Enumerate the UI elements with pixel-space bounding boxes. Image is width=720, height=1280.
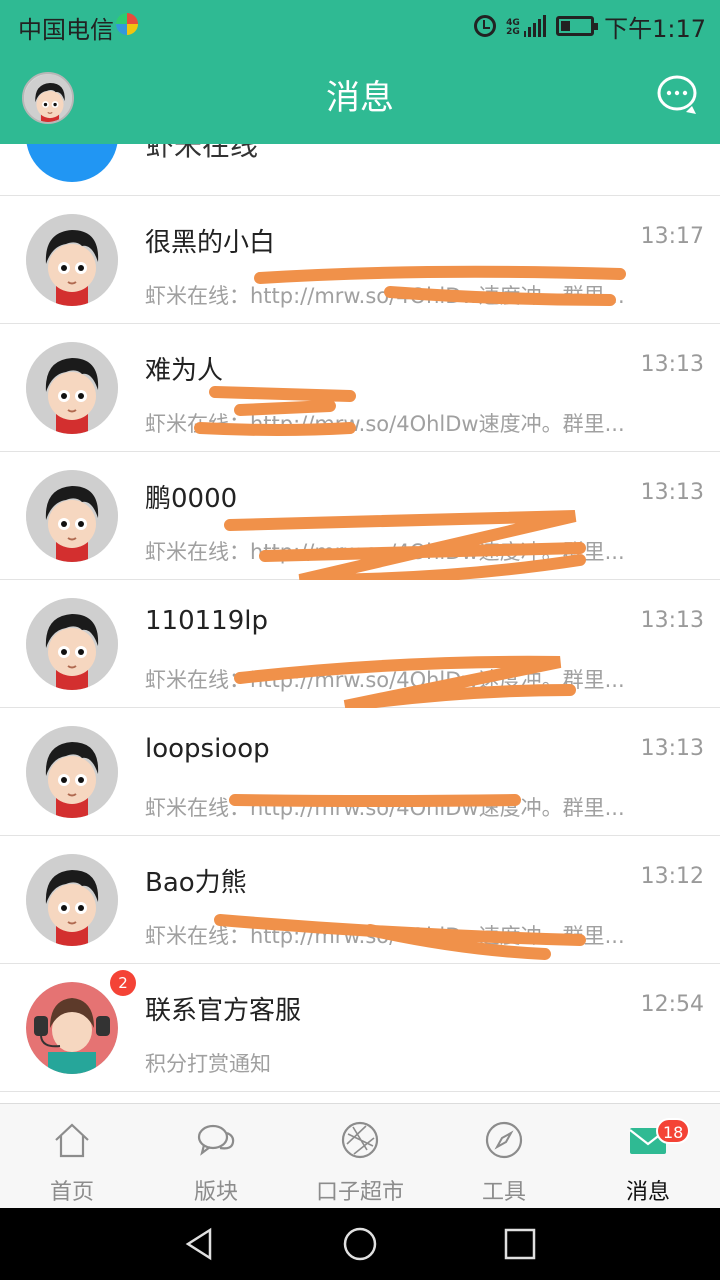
recents-icon[interactable] [502, 1226, 538, 1262]
tab-label: 版块 [193, 1180, 238, 1205]
message-list[interactable]: 虾米在线 很黑的小白 13:17 虾米在线：http://mrw.so/4Ohl… [0, 144, 720, 1100]
unread-badge: 2 [110, 970, 136, 996]
list-item[interactable]: Bao力熊 13:12 虾米在线：http://mrw.so/4OhlDw速度冲… [0, 836, 720, 964]
message-preview: 虾米在线：http://mrw.so/4OhlDw速度冲。群里... [145, 924, 625, 948]
list-item[interactable]: 110119lp 13:13 虾米在线：http://mrw.so/4OhlDw… [0, 580, 720, 708]
message-time: 12:54 [640, 992, 704, 1017]
message-preview: 虾米在线：http://mrw.so/4OhlDw速度冲。群里... [145, 284, 625, 308]
avatar[interactable] [26, 342, 118, 434]
tab-label: 消息 [625, 1180, 670, 1205]
chat-bubbles-icon [197, 1124, 235, 1156]
carrier-name: 中国电信 [18, 16, 114, 44]
message-time: 13:17 [640, 224, 704, 249]
carrier-logo-icon [116, 13, 138, 35]
app-header: 消息 [0, 52, 720, 144]
message-time: 13:13 [640, 736, 704, 761]
tab-tools[interactable]: 工具 [432, 1104, 576, 1209]
message-preview: 虾米在线：http://mrw.so/4OhlDw速度冲。群里... [145, 796, 625, 820]
message-time: 13:12 [640, 864, 704, 889]
alarm-icon [474, 15, 497, 37]
contact-name: 鹏0000 [145, 484, 238, 514]
tab-forums[interactable]: 版块 [144, 1104, 288, 1209]
list-item[interactable]: loopsioop 13:13 虾米在线：http://mrw.so/4OhlD… [0, 708, 720, 836]
contact-name: 联系官方客服 [145, 996, 302, 1026]
list-item[interactable]: 联系官方客服 12:54 积分打赏通知 2 [0, 964, 720, 1092]
battery-icon [556, 16, 599, 36]
page-title: 消息 [326, 78, 394, 118]
status-icons: 4G 2G 下午1:17 [474, 8, 706, 44]
compass-icon [485, 1121, 523, 1159]
aperture-icon [341, 1121, 379, 1159]
contact-name: 难为人 [145, 356, 224, 386]
home-icon [55, 1123, 89, 1158]
avatar[interactable] [26, 854, 118, 946]
new-chat-icon[interactable] [656, 74, 698, 116]
message-preview: 虾米在线：http://mrw.so/4OhlDw速度冲。群里... [145, 412, 625, 436]
message-preview: 积分打赏通知 [145, 1052, 271, 1076]
signal-icon: 4G 2G [506, 15, 547, 37]
message-time: 13:13 [640, 352, 704, 377]
back-icon[interactable] [182, 1226, 218, 1262]
tab-home[interactable]: 首页 [0, 1104, 144, 1209]
list-item[interactable]: 难为人 13:13 虾米在线：http://mrw.so/4OhlDw速度冲。群… [0, 324, 720, 452]
avatar[interactable] [26, 470, 118, 562]
user-avatar[interactable] [22, 72, 74, 124]
tab-label: 工具 [481, 1180, 526, 1205]
status-bar: 中国电信 4G 2G 下午1:17 [0, 0, 720, 52]
tab-label: 首页 [49, 1180, 94, 1205]
message-preview: 虾米在线：http://mrw.so/4OhlDw速度冲。群里... [145, 540, 625, 564]
contact-name: loopsioop [145, 734, 270, 764]
tab-messages[interactable]: 18 消息 [576, 1104, 720, 1209]
status-time: 下午1:17 [604, 14, 706, 43]
list-item[interactable]: 鹏0000 13:13 虾米在线：http://mrw.so/4OhlDw速度冲… [0, 452, 720, 580]
bottom-tab-bar: 首页 版块 口子超市 工具 18 消息 [0, 1103, 720, 1208]
contact-name: 110119lp [145, 606, 268, 636]
avatar [26, 144, 118, 182]
list-item[interactable]: 很黑的小白 13:17 虾米在线：http://mrw.so/4OhlDw速度冲… [0, 196, 720, 324]
avatar[interactable] [26, 598, 118, 690]
partial-title: 虾米在线 [146, 144, 259, 162]
network-type-2g: 2G [506, 27, 520, 37]
message-preview: 虾米在线：http://mrw.so/4OhlDw速度冲。群里... [145, 668, 625, 692]
message-time: 13:13 [640, 480, 704, 505]
avatar[interactable] [26, 214, 118, 306]
unread-badge: 18 [656, 1118, 691, 1144]
list-item-partial[interactable]: 虾米在线 [0, 144, 720, 196]
avatar[interactable] [26, 726, 118, 818]
tab-label: 口子超市 [315, 1180, 404, 1205]
home-nav-icon[interactable] [342, 1226, 378, 1262]
contact-name: Bao力熊 [145, 868, 247, 898]
system-nav-bar [0, 1208, 720, 1280]
contact-name: 很黑的小白 [145, 228, 276, 258]
tab-market[interactable]: 口子超市 [288, 1104, 432, 1209]
support-avatar[interactable] [26, 982, 118, 1074]
message-time: 13:13 [640, 608, 704, 633]
